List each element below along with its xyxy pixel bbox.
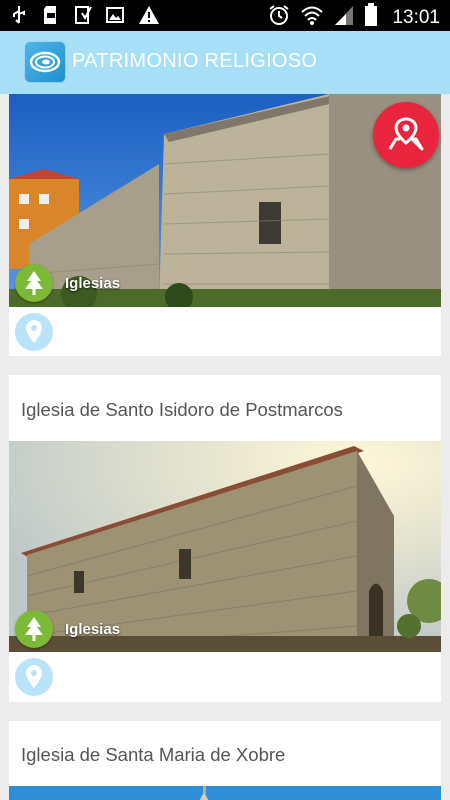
usb-icon	[10, 5, 28, 25]
warning-icon	[138, 5, 159, 25]
wifi-icon	[300, 4, 324, 31]
church-card[interactable]: Iglesia de Santo Isidoro de Postmarcos I…	[9, 375, 441, 702]
church-photo[interactable]	[9, 786, 441, 800]
church-title[interactable]: Iglesia de Santa Maria de Xobre	[21, 744, 285, 766]
battery-icon	[364, 3, 378, 32]
location-pin-icon[interactable]	[15, 313, 53, 351]
category-label: Iglesias	[65, 274, 121, 292]
map-button[interactable]	[373, 102, 439, 168]
signal-icon	[334, 4, 354, 31]
status-time: 13:01	[392, 6, 440, 28]
image-icon	[106, 5, 124, 25]
category-label: Iglesias	[65, 620, 121, 638]
church-list[interactable]: Iglesias Iglesia de Santo Isidoro de Pos…	[0, 94, 450, 800]
category-badge[interactable]: Iglesias	[15, 610, 120, 648]
category-badge[interactable]: Iglesias	[15, 264, 120, 302]
location-pin-icon[interactable]	[15, 658, 53, 696]
spiral-logo-icon[interactable]	[24, 41, 66, 83]
alarm-icon	[268, 4, 290, 31]
app-bar: PATRIMONIO RELIGIOSO	[0, 31, 450, 94]
download-icon	[74, 5, 92, 25]
map-pin-icon	[388, 117, 424, 151]
tree-icon	[15, 264, 53, 302]
sd-card-icon	[42, 5, 60, 25]
church-card[interactable]: Iglesia de Santa Maria de Xobre	[9, 721, 441, 800]
app-title: PATRIMONIO RELIGIOSO	[72, 50, 318, 72]
church-title[interactable]: Iglesia de Santo Isidoro de Postmarcos	[21, 399, 343, 421]
tree-icon	[15, 610, 53, 648]
status-bar: 13:01	[0, 0, 450, 31]
